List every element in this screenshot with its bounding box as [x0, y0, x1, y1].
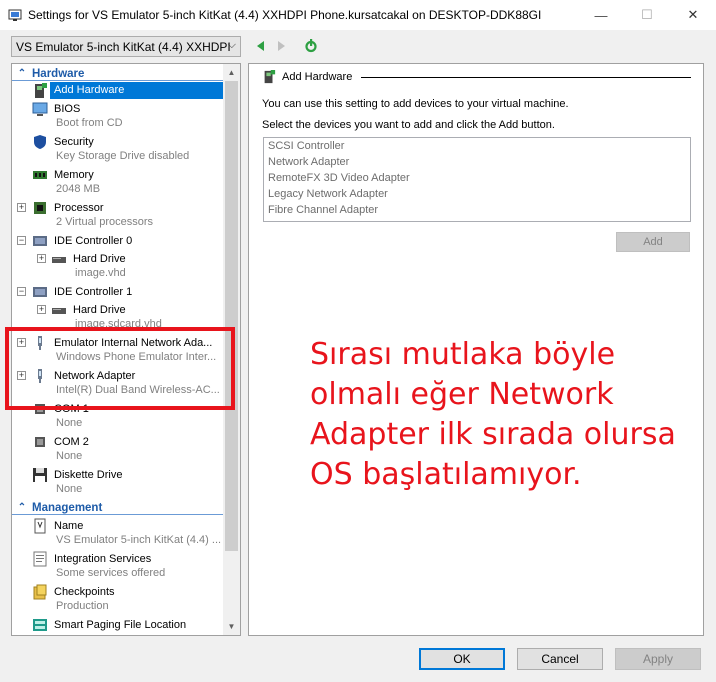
collapse-icon: ⌃: [17, 502, 27, 513]
close-button[interactable]: ✕: [670, 0, 716, 30]
name-tag-icon: [34, 518, 46, 534]
tree-item-label: Add Hardware: [54, 84, 125, 96]
add-button[interactable]: Add: [616, 232, 690, 252]
hardware-section-header[interactable]: ⌃ Hardware: [12, 67, 223, 81]
collapse-tree-icon[interactable]: −: [17, 287, 26, 296]
device-item-legacy-network[interactable]: Legacy Network Adapter: [264, 186, 690, 202]
processor-icon: [34, 202, 46, 214]
cancel-button[interactable]: Cancel: [517, 648, 603, 670]
expand-icon[interactable]: +: [17, 203, 26, 212]
toolbar: VS Emulator 5-inch KitKat (4.4) XXHDPI ⌵: [0, 30, 716, 62]
hard-drive-icon: [52, 257, 66, 263]
management-section-header[interactable]: ⌃ Management: [12, 501, 223, 515]
collapse-tree-icon[interactable]: −: [17, 236, 26, 245]
settings-app-icon: [8, 9, 22, 21]
diskette-icon: [33, 468, 47, 482]
device-item-fibre-channel[interactable]: Fibre Channel Adapter: [264, 202, 690, 218]
hard-drive-icon: [52, 308, 66, 314]
title-bar: Settings for VS Emulator 5-inch KitKat (…: [0, 0, 716, 30]
maximize-button[interactable]: ☐: [624, 0, 670, 30]
expand-icon[interactable]: +: [37, 254, 46, 263]
smart-paging-icon: [33, 619, 47, 631]
vm-select-dropdown[interactable]: VS Emulator 5-inch KitKat (4.4) XXHDPI ⌵: [11, 36, 241, 57]
bios-icon: [32, 102, 48, 116]
expand-icon[interactable]: +: [37, 305, 46, 314]
header-divider: [361, 77, 691, 78]
ide-controller-icon: [33, 236, 47, 246]
memory-icon: [33, 171, 47, 179]
window-title: Settings for VS Emulator 5-inch KitKat (…: [28, 8, 542, 22]
add-hardware-icon: [35, 83, 47, 98]
collapse-icon: ⌃: [17, 68, 27, 79]
refresh-icon[interactable]: [304, 39, 318, 53]
scroll-down-icon[interactable]: ▼: [223, 618, 240, 635]
apply-button[interactable]: Apply: [615, 648, 701, 670]
annotation-text: Sırası mutlaka böyle olmalı eğer Network…: [310, 337, 676, 492]
ide-controller-icon: [33, 287, 47, 297]
ok-button[interactable]: OK: [419, 648, 505, 670]
integration-services-icon: [33, 551, 47, 567]
add-hardware-header: Add Hardware: [262, 70, 352, 84]
back-arrow-icon[interactable]: [254, 39, 268, 53]
device-item-network-adapter[interactable]: Network Adapter: [264, 154, 690, 170]
description-line-2: Select the devices you want to add and c…: [262, 119, 555, 131]
add-hardware-icon: [264, 70, 276, 84]
device-item-scsi[interactable]: SCSI Controller: [264, 138, 690, 154]
shield-icon: [34, 135, 46, 149]
scrollbar-thumb[interactable]: [225, 81, 238, 551]
device-item-remotefx[interactable]: RemoteFX 3D Video Adapter: [264, 170, 690, 186]
minimize-button[interactable]: —: [578, 0, 624, 30]
scroll-up-icon[interactable]: ▲: [223, 64, 240, 81]
description-line-1: You can use this setting to add devices …: [262, 98, 569, 110]
vm-select-value: VS Emulator 5-inch KitKat (4.4) XXHDPI: [16, 39, 231, 54]
checkpoints-icon: [33, 584, 47, 600]
chevron-down-icon: ⌵: [227, 39, 236, 51]
panel-title: Add Hardware: [282, 71, 353, 83]
device-listbox[interactable]: SCSI Controller Network Adapter RemoteFX…: [263, 137, 691, 222]
forward-arrow-icon[interactable]: [274, 39, 288, 53]
com-port-icon: [35, 437, 45, 447]
annotation-highlight-box: [5, 327, 235, 410]
